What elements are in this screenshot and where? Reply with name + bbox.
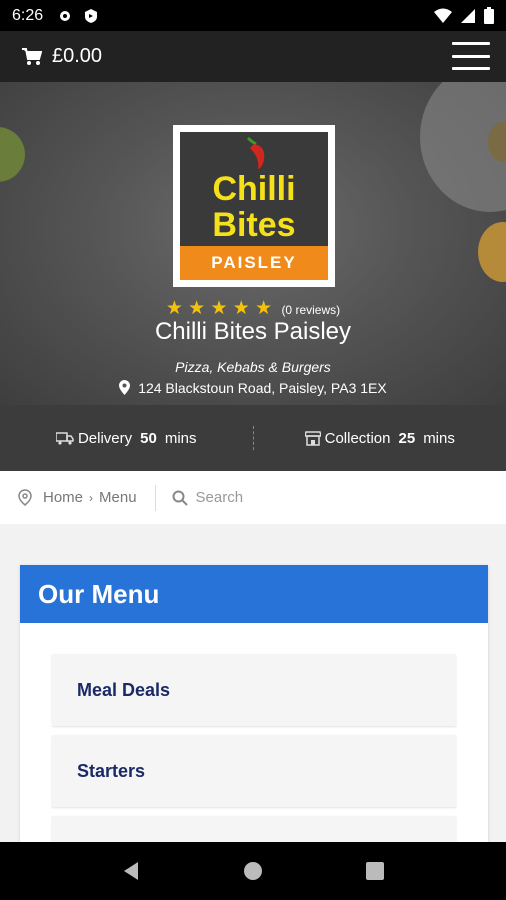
battery-icon xyxy=(484,7,494,24)
cart-icon xyxy=(22,47,42,65)
menu-category-item[interactable]: Starters xyxy=(52,735,456,807)
store-icon xyxy=(304,430,321,446)
breadcrumb-current: Menu xyxy=(99,489,137,506)
breadcrumb-search-bar: Home › Menu Search xyxy=(0,471,506,524)
hamburger-line xyxy=(452,67,490,70)
address-text: 124 Blackstoun Road, Paisley, PA3 1EX xyxy=(138,380,387,396)
menu-category-item[interactable]: Meal Deals xyxy=(52,654,456,726)
food-decoration xyxy=(0,127,25,182)
menu-title: Our Menu xyxy=(20,565,488,623)
collection-time: 25 xyxy=(398,429,416,447)
restaurant-name: Chilli Bites Paisley xyxy=(154,318,352,345)
breadcrumb-home[interactable]: Home xyxy=(43,489,83,506)
wifi-icon xyxy=(434,8,452,23)
cart-total: £0.00 xyxy=(52,45,103,67)
hamburger-line xyxy=(452,42,490,45)
shield-icon xyxy=(85,8,98,23)
restaurant-cuisine: Pizza, Kebabs & Burgers xyxy=(175,359,331,375)
location-pin-icon xyxy=(18,489,32,506)
restaurant-address: 124 Blackstoun Road, Paisley, PA3 1EX xyxy=(0,380,506,396)
rating: ★ ★ ★ ★ ★ (0 reviews) xyxy=(0,297,506,320)
logo-word-middle: Bites xyxy=(212,206,296,244)
collection-label: Collection xyxy=(324,429,391,447)
back-icon[interactable] xyxy=(122,861,140,881)
logo-panel: Chilli Bites PAISLEY xyxy=(180,132,328,280)
rating-stars: ★ ★ ★ ★ ★ xyxy=(165,298,273,319)
collection-unit: mins xyxy=(423,429,455,447)
app-bar: £0.00 xyxy=(0,31,506,82)
recents-icon[interactable] xyxy=(366,862,385,880)
chilli-icon xyxy=(246,136,265,169)
restaurant-hero: Chilli Bites PAISLEY ★ ★ ★ ★ ★ (0 review… xyxy=(0,82,506,405)
menu-card: Our Menu Meal Deals Starters xyxy=(20,565,488,855)
reviews-link[interactable]: (0 reviews) xyxy=(281,303,340,317)
status-bar: 6:26 xyxy=(0,0,506,31)
menu-hamburger-button[interactable] xyxy=(452,39,490,73)
system-nav-bar xyxy=(0,842,506,900)
delivery-info-strip: Delivery 50 mins Collection 25 mins xyxy=(0,405,506,471)
logo-band: PAISLEY xyxy=(180,246,328,280)
delivery-truck-icon xyxy=(55,432,74,445)
food-decoration xyxy=(478,222,506,282)
cart-button[interactable]: £0.00 xyxy=(22,45,102,68)
signal-icon xyxy=(461,8,475,23)
home-icon[interactable] xyxy=(243,861,263,881)
location-pin-icon xyxy=(119,380,131,395)
search-icon xyxy=(172,490,188,506)
settings-icon xyxy=(60,10,71,21)
delivery-time: 50 xyxy=(140,429,157,447)
breadcrumb-separator: › xyxy=(89,490,94,505)
delivery-info: Delivery 50 mins xyxy=(0,430,253,447)
breadcrumb-divider xyxy=(154,484,156,511)
restaurant-logo: Chilli Bites PAISLEY xyxy=(173,125,335,287)
status-time: 6:26 xyxy=(12,6,44,24)
hamburger-line xyxy=(452,54,490,58)
collection-info: Collection 25 mins xyxy=(254,430,506,447)
search-input[interactable]: Search xyxy=(196,489,244,506)
delivery-label: Delivery xyxy=(77,429,133,447)
delivery-unit: mins xyxy=(164,429,197,447)
logo-word-top: Chilli xyxy=(212,170,296,208)
